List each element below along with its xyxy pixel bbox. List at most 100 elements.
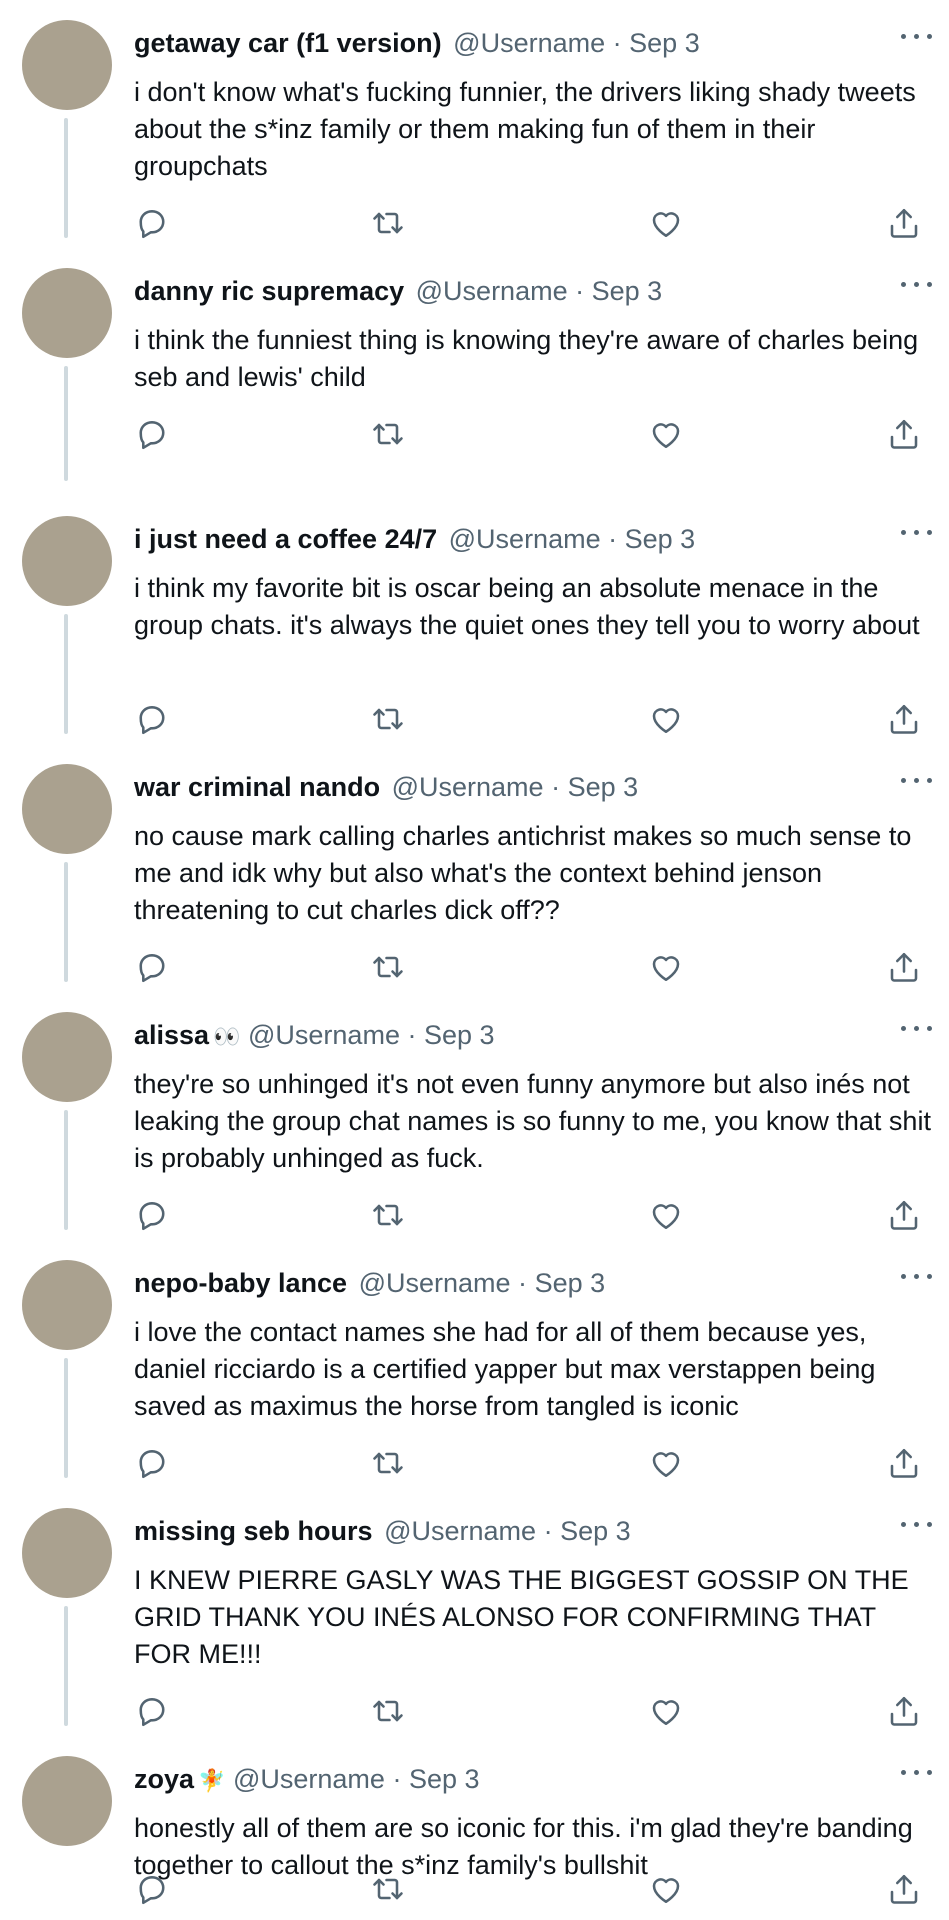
share-icon[interactable] xyxy=(886,1693,922,1729)
like-icon[interactable] xyxy=(648,1197,684,1233)
tweet-actions xyxy=(134,701,934,741)
display-name[interactable]: missing seb hours xyxy=(134,1516,373,1546)
reply-icon[interactable] xyxy=(134,1693,170,1729)
user-handle[interactable]: @Username xyxy=(453,28,605,58)
like-icon[interactable] xyxy=(648,205,684,241)
separator-dot: · xyxy=(407,1020,417,1050)
thread-line xyxy=(64,366,68,481)
timestamp[interactable]: Sep 3 xyxy=(592,276,663,306)
more-icon[interactable] xyxy=(897,1014,937,1044)
display-name[interactable]: zoya xyxy=(134,1764,194,1794)
timestamp[interactable]: Sep 3 xyxy=(409,1764,480,1794)
avatar[interactable] xyxy=(22,1756,112,1846)
display-name[interactable]: war criminal nando xyxy=(134,772,380,802)
avatar[interactable] xyxy=(22,516,112,606)
thread-line xyxy=(64,1606,68,1726)
like-icon[interactable] xyxy=(648,701,684,737)
separator-dot: · xyxy=(608,524,618,554)
timestamp[interactable]: Sep 3 xyxy=(568,772,639,802)
retweet-icon[interactable] xyxy=(370,1871,406,1907)
reply-icon[interactable] xyxy=(134,949,170,985)
timestamp[interactable]: Sep 3 xyxy=(535,1268,606,1298)
retweet-icon[interactable] xyxy=(370,1445,406,1481)
tweet-actions xyxy=(134,1445,934,1485)
avatar[interactable] xyxy=(22,764,112,854)
reply-icon[interactable] xyxy=(134,205,170,241)
tweet-header: zoya 🧚 @Username · Sep 3 xyxy=(134,1762,480,1798)
avatar[interactable] xyxy=(22,1012,112,1102)
tweet-actions xyxy=(134,1197,934,1237)
tweet-text: I KNEW PIERRE GASLY WAS THE BIGGEST GOSS… xyxy=(134,1565,909,1669)
tweet-header: danny ric supremacy @Username · Sep 3 xyxy=(134,274,662,310)
retweet-icon[interactable] xyxy=(370,949,406,985)
reply-icon[interactable] xyxy=(134,1445,170,1481)
tweet-actions xyxy=(134,416,934,456)
avatar[interactable] xyxy=(22,20,112,110)
retweet-icon[interactable] xyxy=(370,1693,406,1729)
share-icon[interactable] xyxy=(886,205,922,241)
separator-dot: · xyxy=(543,1516,553,1546)
like-icon[interactable] xyxy=(648,1693,684,1729)
avatar[interactable] xyxy=(22,268,112,358)
reply-icon[interactable] xyxy=(134,701,170,737)
tweet-header: getaway car (f1 version) @Username · Sep… xyxy=(134,26,700,62)
tweet-text: i think the funniest thing is knowing th… xyxy=(134,325,919,392)
share-icon[interactable] xyxy=(886,949,922,985)
reply-icon[interactable] xyxy=(134,1871,170,1907)
more-icon[interactable] xyxy=(897,518,937,548)
share-icon[interactable] xyxy=(886,701,922,737)
timestamp[interactable]: Sep 3 xyxy=(629,28,700,58)
timestamp[interactable]: Sep 3 xyxy=(424,1020,495,1050)
tweet-text: i think my favorite bit is oscar being a… xyxy=(134,573,920,640)
like-icon[interactable] xyxy=(648,1871,684,1907)
separator-dot: · xyxy=(612,28,622,58)
share-icon[interactable] xyxy=(886,1871,922,1907)
retweet-icon[interactable] xyxy=(370,1197,406,1233)
like-icon[interactable] xyxy=(648,416,684,452)
thread-line xyxy=(64,118,68,238)
like-icon[interactable] xyxy=(648,949,684,985)
tweet-header: war criminal nando @Username · Sep 3 xyxy=(134,770,638,806)
display-name[interactable]: nepo-baby lance xyxy=(134,1268,347,1298)
avatar[interactable] xyxy=(22,1260,112,1350)
more-icon[interactable] xyxy=(897,22,937,52)
display-name[interactable]: getaway car (f1 version) xyxy=(134,28,442,58)
user-handle[interactable]: @Username xyxy=(233,1764,385,1794)
share-icon[interactable] xyxy=(886,1197,922,1233)
display-name[interactable]: i just need a coffee 24/7 xyxy=(134,524,437,554)
reply-icon[interactable] xyxy=(134,416,170,452)
separator-dot: · xyxy=(518,1268,528,1298)
timestamp[interactable]: Sep 3 xyxy=(560,1516,631,1546)
timestamp[interactable]: Sep 3 xyxy=(625,524,696,554)
more-icon[interactable] xyxy=(897,270,937,300)
user-handle[interactable]: @Username xyxy=(392,772,544,802)
user-handle[interactable]: @Username xyxy=(384,1516,536,1546)
retweet-icon[interactable] xyxy=(370,701,406,737)
more-icon[interactable] xyxy=(897,1262,937,1292)
tweet-header: nepo-baby lance @Username · Sep 3 xyxy=(134,1266,605,1302)
share-icon[interactable] xyxy=(886,416,922,452)
retweet-icon[interactable] xyxy=(370,205,406,241)
user-handle[interactable]: @Username xyxy=(449,524,601,554)
tweet-actions xyxy=(134,1871,934,1911)
more-icon[interactable] xyxy=(897,1510,937,1540)
share-icon[interactable] xyxy=(886,1445,922,1481)
more-icon[interactable] xyxy=(897,766,937,796)
tweet-header: missing seb hours @Username · Sep 3 xyxy=(134,1514,631,1550)
thread-line xyxy=(64,614,68,734)
user-handle[interactable]: @Username xyxy=(359,1268,511,1298)
retweet-icon[interactable] xyxy=(370,416,406,452)
display-name[interactable]: alissa xyxy=(134,1020,209,1050)
like-icon[interactable] xyxy=(648,1445,684,1481)
tweet-text: no cause mark calling charles antichrist… xyxy=(134,821,912,925)
avatar[interactable] xyxy=(22,1508,112,1598)
display-name[interactable]: danny ric supremacy xyxy=(134,276,404,306)
reply-icon[interactable] xyxy=(134,1197,170,1233)
separator-dot: · xyxy=(575,276,585,306)
user-handle[interactable]: @Username xyxy=(248,1020,400,1050)
tweet-text: they're so unhinged it's not even funny … xyxy=(134,1069,931,1173)
tweet-actions xyxy=(134,949,934,989)
more-icon[interactable] xyxy=(897,1758,937,1788)
name-emoji: 🧚 xyxy=(198,1768,226,1793)
user-handle[interactable]: @Username xyxy=(416,276,568,306)
